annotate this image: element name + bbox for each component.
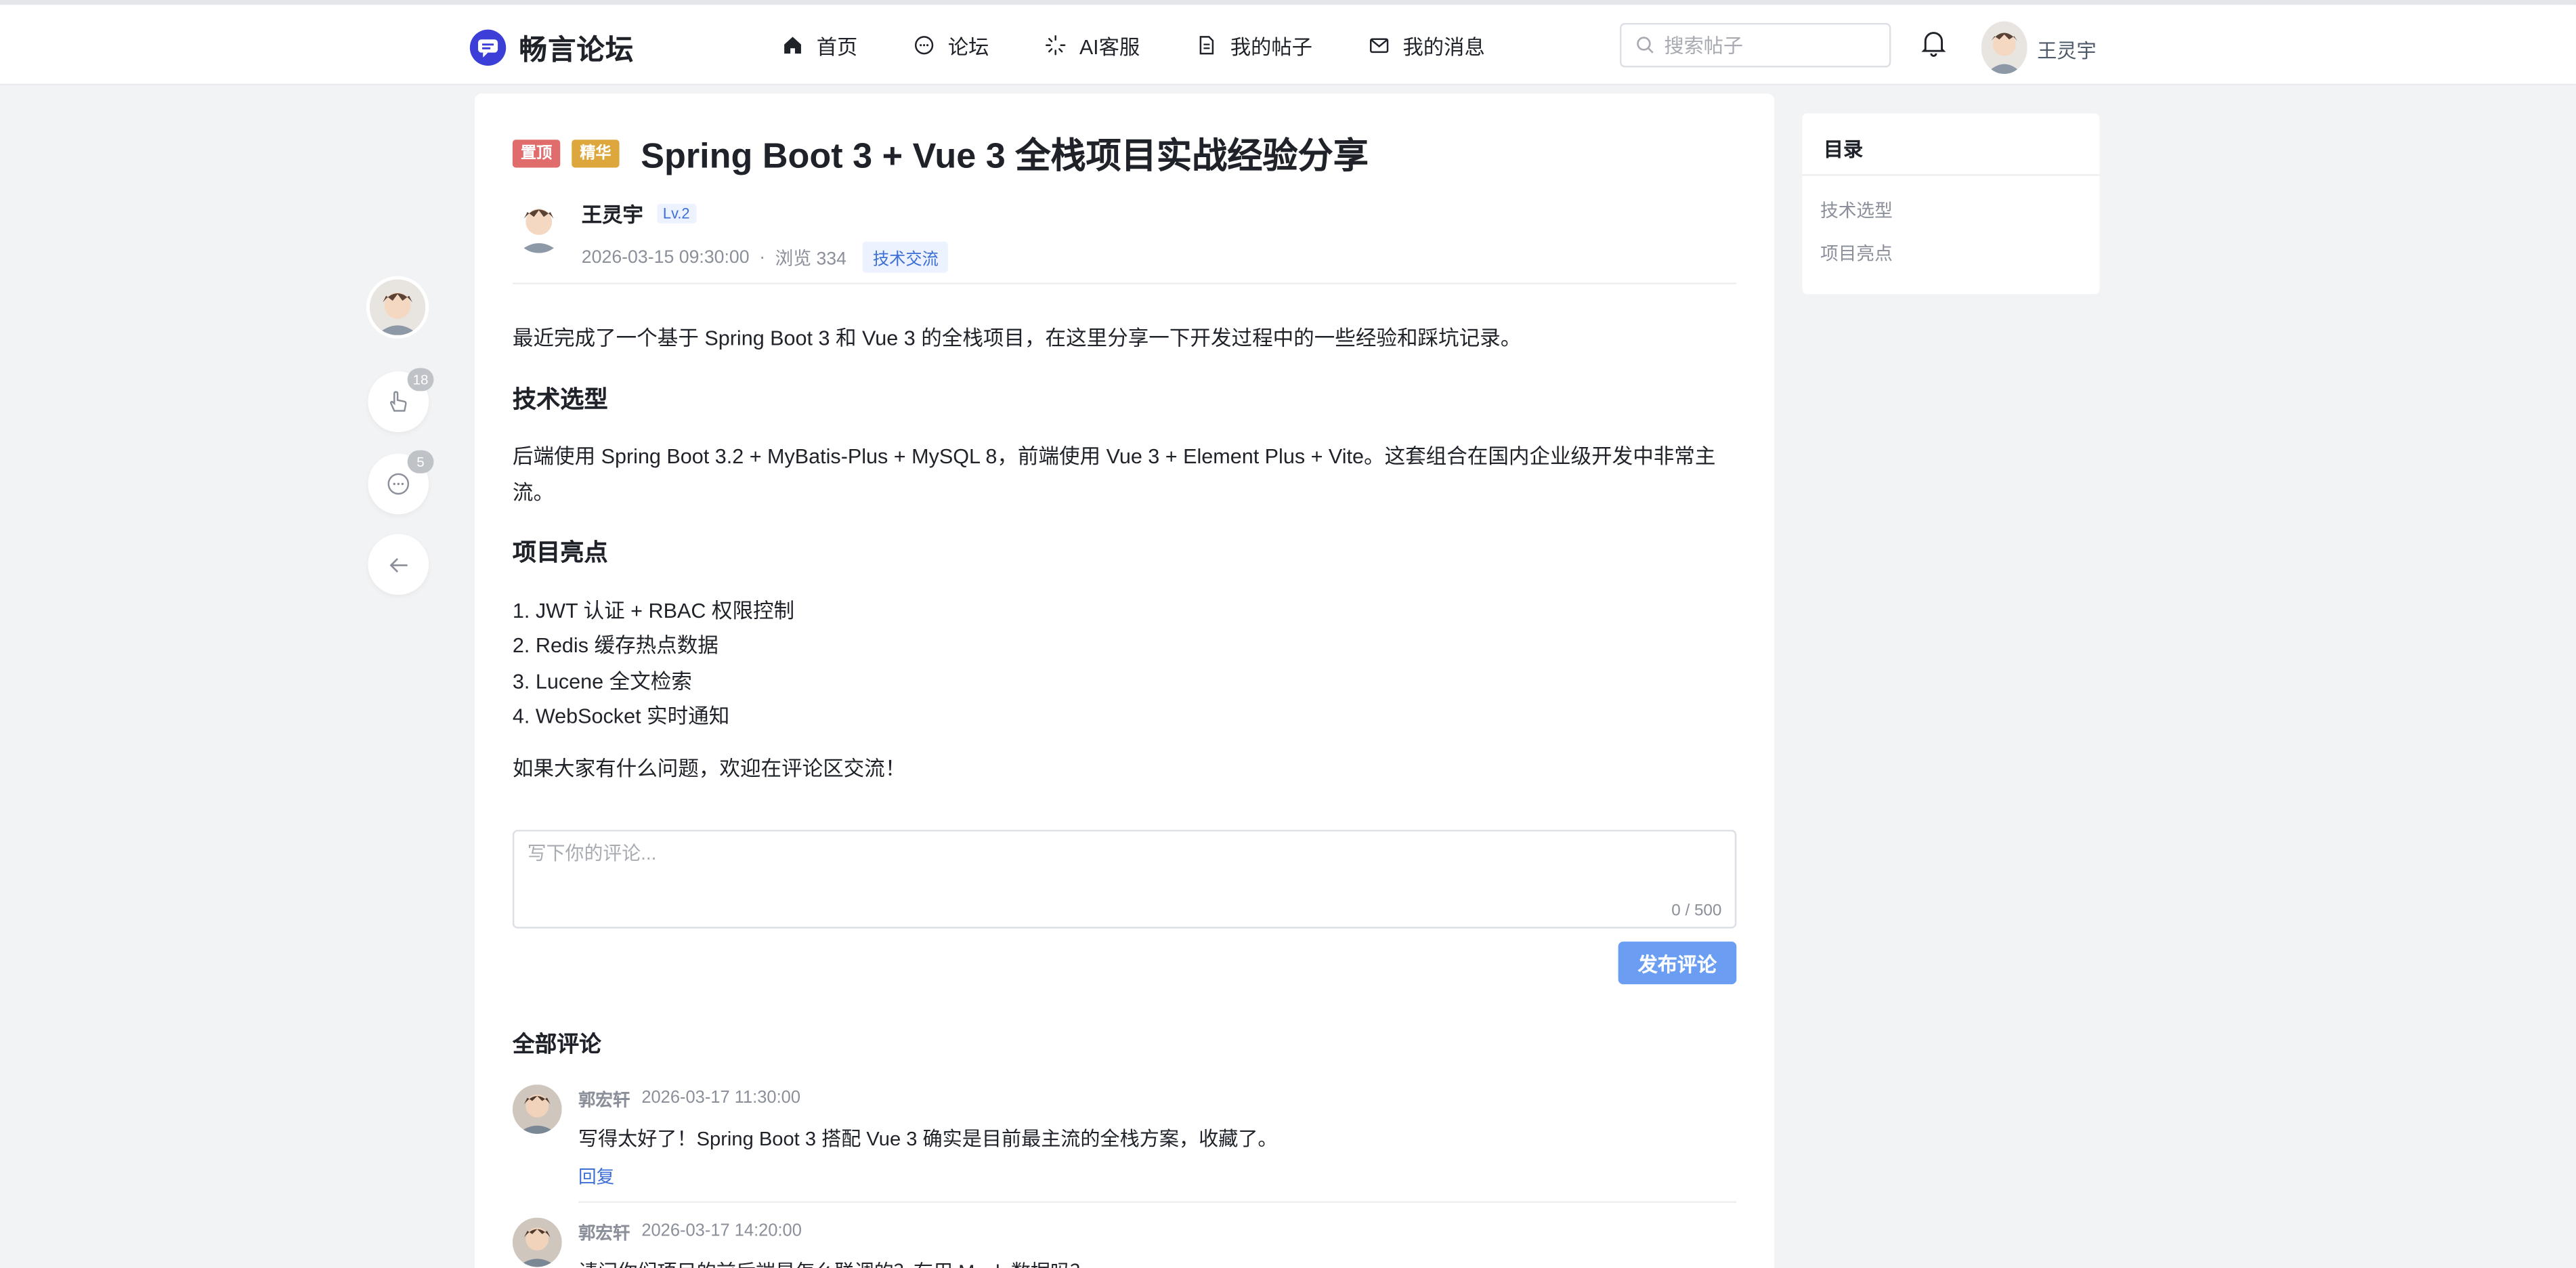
comment-icon [387,473,410,495]
comments-heading: 全部评论 [512,1032,601,1057]
comment-divider [578,1201,1737,1203]
spinner-icon [1046,35,1066,56]
search-box[interactable] [1620,22,1891,68]
list-item: 2. Redis 缓存热点数据 [512,634,718,658]
mail-icon [1369,38,1388,54]
top-navbar: 畅言论坛 首页 论坛 AI客服 我的帖子 我的消息 搜索帖子 王灵宇 [0,5,2576,86]
toc-item-tech[interactable]: 技术选型 [1820,197,1893,224]
post-time: 2026-03-15 09:30:00 [581,247,750,268]
nav-my-posts[interactable]: 我的帖子 [1196,30,1312,61]
bell-icon[interactable] [1919,28,1949,58]
post-author-info: 王灵宇 Lv.2 2026-03-15 09:30:00 · 浏览 334 技术… [512,197,949,273]
post-content: 最近完成了一个基于 Spring Boot 3 和 Vue 3 的全栈项目，在这… [513,322,1740,787]
author-name[interactable]: 王灵宇 [582,197,643,228]
publish-comment-button[interactable]: 发布评论 [1618,942,1737,985]
nav-my-messages[interactable]: 我的消息 [1369,30,1485,61]
like-button[interactable]: 18 [368,368,434,433]
nav-forum[interactable]: 论坛 [914,30,989,61]
main-nav: 首页 论坛 AI客服 我的帖子 我的消息 [782,5,1541,85]
post-views: 浏览 334 [775,249,846,269]
comment-item: 郭宏轩 2026-03-17 14:20:00 请问你们项目的前后端是怎么联调的… [512,1217,1736,1268]
reply-link[interactable]: 回复 [578,1164,1278,1190]
header-divider [512,282,1737,284]
nav-my-messages-label: 我的消息 [1402,36,1485,60]
section-heading-tech: 技术选型 [512,387,608,414]
comment-time: 2026-03-17 14:20:00 [641,1221,802,1241]
nav-home[interactable]: 首页 [782,30,858,61]
top-border [0,0,2576,5]
page: 畅言论坛 首页 论坛 AI客服 我的帖子 我的消息 搜索帖子 王灵宇 18 5 … [0,0,2576,1268]
search-input[interactable] [1664,33,1862,57]
commenter-avatar[interactable] [512,1217,562,1267]
post-title: Spring Boot 3 + Vue 3 全栈项目实战经验分享 [641,136,1369,176]
comment-item: 郭宏轩 2026-03-17 11:30:00 写得太好了！Spring Boo… [512,1084,1736,1190]
list-item: 3. Lucene 全文检索 [512,669,692,693]
home-icon [784,37,801,54]
toc-item-highlights[interactable]: 项目亮点 [1820,240,1893,266]
chat-logo-icon [469,28,507,65]
nav-forum-label: 论坛 [947,36,989,60]
post-meta: 2026-03-15 09:30:00 · 浏览 334 技术交流 [581,241,949,273]
chat-icon [915,36,934,55]
featured-badge: 精华 [572,140,620,168]
nav-ai-label: AI客服 [1079,36,1140,60]
comment-input[interactable] [514,831,1735,927]
post-closing: 如果大家有什么问题，欢迎在评论区交流！ [512,757,906,780]
user-avatar[interactable] [1981,21,2027,75]
like-count-badge: 18 [407,368,434,392]
commenter-name[interactable]: 郭宏轩 [578,1088,630,1112]
arrow-left-icon [389,557,407,572]
author-avatar[interactable] [512,197,565,253]
post-title-row: 置顶 精华 Spring Boot 3 + Vue 3 全栈项目实战经验分享 [512,128,1369,179]
header-username[interactable]: 王灵宇 [2037,36,2096,64]
author-avatar-rail[interactable] [366,276,429,339]
level-badge: Lv.2 [656,203,697,223]
comment-count-badge: 5 [407,450,434,473]
highlights-list: 1. JWT 认证 + RBAC 权限控制 2. Redis 缓存热点数据 3.… [513,594,1740,736]
toc-divider [1802,174,2100,176]
meta-dot: · [759,247,766,268]
comment-editor: 0 / 500 [512,830,1737,929]
nav-my-posts-label: 我的帖子 [1230,36,1313,60]
thumb-pointer-icon [390,391,407,412]
nav-home-label: 首页 [816,36,858,60]
search-icon [1637,37,1654,54]
commenter-avatar[interactable] [512,1084,562,1134]
char-counter: 0 / 500 [1671,902,1722,921]
nav-ai-service[interactable]: AI客服 [1045,30,1140,61]
section-heading-highlights: 项目亮点 [512,541,608,567]
comment-button[interactable]: 5 [368,450,434,515]
section-text-tech: 后端使用 Spring Boot 3.2 + MyBatis-Plus + My… [512,445,1716,504]
toc-title: 目录 [1823,138,1864,161]
post-intro: 最近完成了一个基于 Spring Boot 3 和 Vue 3 的全栈项目，在这… [512,326,1522,350]
pinned-badge: 置顶 [512,140,561,168]
comment-text: 写得太好了！Spring Boot 3 搭配 Vue 3 确实是目前最主流的全栈… [578,1127,1278,1151]
comment-text: 请问你们项目的前后端是怎么联调的？有用 Mock 数据吗？ [578,1257,1090,1268]
list-item: 4. WebSocket 实时通知 [512,704,730,728]
brand-name: 畅言论坛 [519,34,635,66]
category-tag[interactable]: 技术交流 [863,241,949,273]
commenter-name[interactable]: 郭宏轩 [578,1221,630,1246]
table-of-contents: 目录 技术选型 项目亮点 [1802,113,2100,295]
brand-logo[interactable]: 畅言论坛 [469,26,635,68]
post-card: 置顶 精华 Spring Boot 3 + Vue 3 全栈项目实战经验分享 王… [475,93,1775,1268]
list-item: 1. JWT 认证 + RBAC 权限控制 [512,599,795,622]
comment-time: 2026-03-17 11:30:00 [641,1088,801,1108]
back-button[interactable] [368,534,429,595]
document-icon [1199,36,1214,55]
